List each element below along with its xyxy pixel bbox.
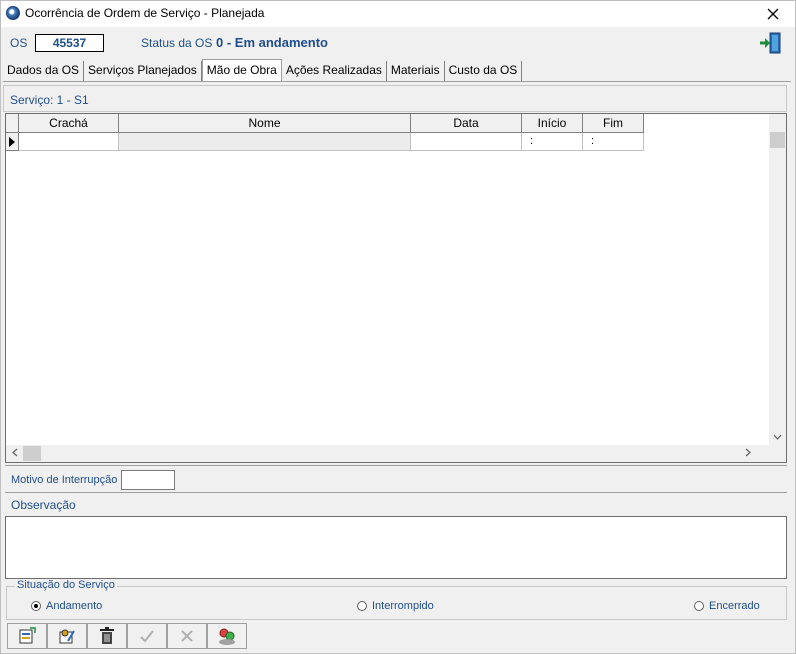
scroll-right-icon[interactable]: [739, 445, 756, 462]
cell-inicio[interactable]: :: [522, 133, 583, 151]
radio-andamento-label: Andamento: [46, 600, 103, 612]
record-toolbar: [7, 623, 247, 649]
cell-data[interactable]: [411, 133, 522, 151]
interruption-reason-input[interactable]: [121, 470, 175, 490]
column-inicio[interactable]: Início: [522, 114, 583, 133]
close-button[interactable]: [751, 1, 795, 27]
vertical-scrollbar[interactable]: [769, 114, 786, 446]
service-status-group: Situação do Serviço Andamento Interrompi…: [6, 579, 787, 620]
table-row[interactable]: : :: [6, 133, 644, 151]
title-bar: Ocorrência de Ordem de Serviço - Planeja…: [1, 1, 795, 27]
status-label: Status da OS: [141, 36, 213, 50]
service-status-legend: Situação do Serviço: [15, 579, 117, 591]
cell-fim[interactable]: :: [583, 133, 644, 151]
confirm-button[interactable]: [127, 623, 167, 649]
edit-record-button[interactable]: [47, 623, 87, 649]
new-record-icon: [19, 627, 36, 644]
scroll-up-arrow[interactable]: [769, 114, 786, 131]
column-cracha[interactable]: Crachá: [19, 114, 119, 133]
labor-grid[interactable]: Crachá Nome Data Início Fim : :: [5, 113, 787, 463]
status-value: 0 - Em andamento: [216, 35, 328, 50]
column-fim[interactable]: Fim: [583, 114, 644, 133]
radio-andamento[interactable]: Andamento: [31, 600, 102, 612]
horizontal-scroll-thumb[interactable]: [23, 446, 41, 461]
os-header: OS 45537 Status da OS 0 - Em andamento: [1, 27, 795, 61]
interruption-reason-label: Motivo de Interrupção: [11, 474, 118, 486]
tab-bar: Dados da OS Serviços Planejados Mão de O…: [3, 59, 523, 81]
radio-encerrado-label: Encerrado: [709, 600, 760, 612]
window-title: Ocorrência de Ordem de Serviço - Planeja…: [25, 6, 265, 20]
vertical-scroll-thumb[interactable]: [770, 132, 785, 148]
cancel-button[interactable]: [167, 623, 207, 649]
column-nome[interactable]: Nome: [119, 114, 411, 133]
tab-mao-de-obra[interactable]: Mão de Obra: [201, 59, 282, 81]
horizontal-scrollbar[interactable]: [6, 445, 786, 462]
grid-header: Crachá Nome Data Início Fim: [6, 114, 644, 133]
tab-custo-da-os[interactable]: Custo da OS: [444, 61, 523, 81]
tab-servicos-planejados[interactable]: Serviços Planejados: [84, 61, 202, 81]
radio-encerrado[interactable]: Encerrado: [694, 600, 760, 612]
cell-nome: [119, 133, 411, 151]
edit-record-icon: [59, 629, 75, 644]
exit-button[interactable]: [758, 31, 782, 55]
radio-unchecked-icon: [694, 601, 704, 611]
tab-acoes-realizadas[interactable]: Ações Realizadas: [281, 61, 387, 81]
row-indicator-icon: [6, 133, 19, 151]
grid-indicator-header: [6, 114, 19, 133]
people-icon: [219, 628, 235, 645]
service-bar: Serviço: 1 - S1: [3, 85, 787, 112]
window: Ocorrência de Ordem de Serviço - Planeja…: [0, 0, 796, 654]
interruption-reason-row: Motivo de Interrupção: [5, 465, 787, 493]
trash-icon: [100, 627, 114, 644]
delete-record-button[interactable]: [87, 623, 127, 649]
column-data[interactable]: Data: [411, 114, 522, 133]
exit-door-icon: [760, 32, 781, 54]
radio-unchecked-icon: [357, 601, 367, 611]
check-icon: [140, 630, 154, 643]
radio-checked-icon: [31, 601, 41, 611]
people-button[interactable]: [207, 623, 247, 649]
scroll-left-icon[interactable]: [6, 445, 23, 462]
service-label: Serviço: 1 - S1: [10, 93, 89, 107]
new-record-button[interactable]: [7, 623, 47, 649]
os-label: OS: [10, 36, 28, 50]
radio-interrompido-label: Interrompido: [372, 600, 434, 612]
cancel-icon: [181, 630, 193, 642]
os-number-field[interactable]: 45537: [35, 34, 104, 52]
observation-label: Observação: [11, 498, 76, 512]
radio-interrompido[interactable]: Interrompido: [357, 600, 434, 612]
app-icon: [6, 6, 20, 20]
tab-materiais[interactable]: Materiais: [386, 61, 445, 81]
tab-dados-da-os[interactable]: Dados da OS: [3, 61, 85, 81]
close-icon: [767, 8, 779, 20]
scroll-down-icon[interactable]: [769, 429, 786, 446]
cell-cracha[interactable]: [19, 133, 119, 151]
observation-textarea[interactable]: [5, 516, 787, 579]
